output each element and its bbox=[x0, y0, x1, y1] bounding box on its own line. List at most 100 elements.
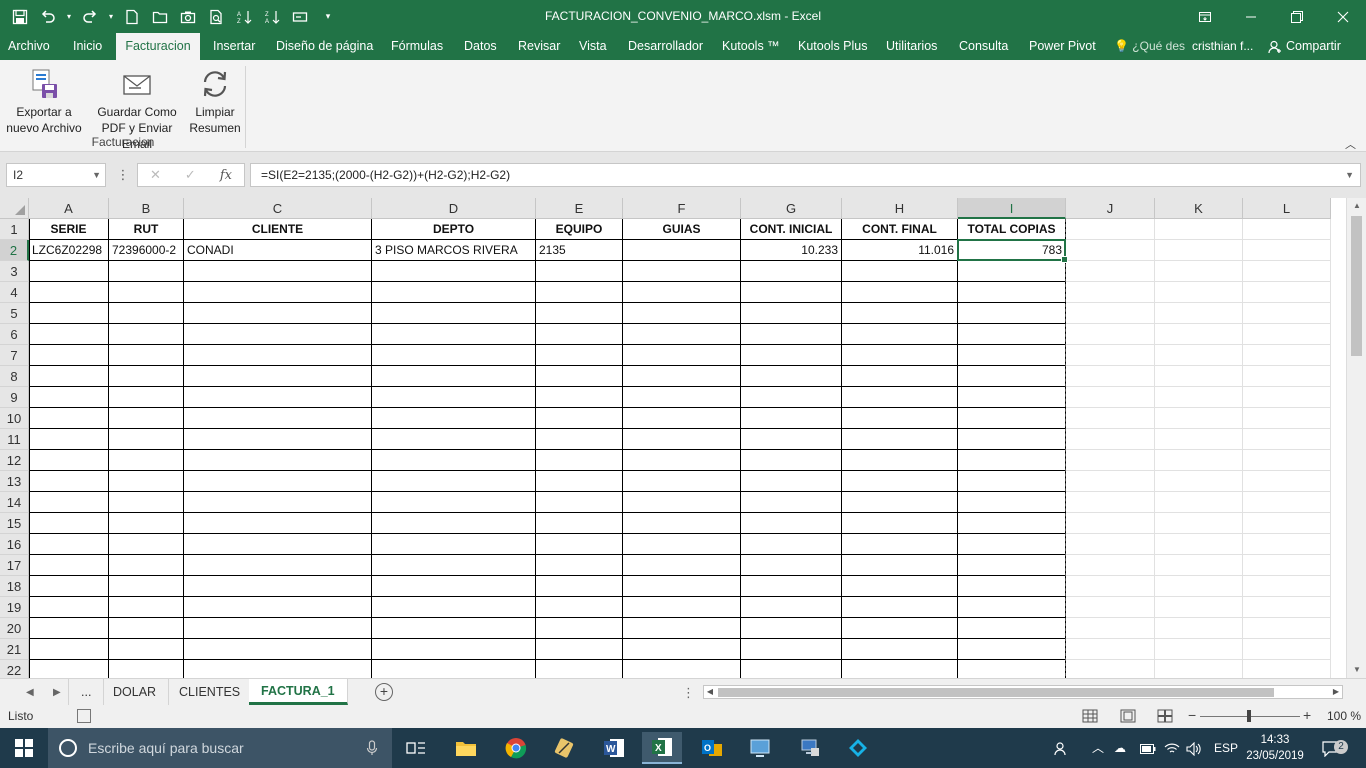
horizontal-scroll-thumb[interactable] bbox=[718, 688, 1274, 697]
network-pc-icon[interactable] bbox=[790, 732, 830, 764]
cell-b19[interactable] bbox=[109, 597, 184, 618]
cell-l21[interactable] bbox=[1243, 639, 1331, 660]
cell-b6[interactable] bbox=[109, 324, 184, 345]
tab-inicio[interactable]: Inicio bbox=[73, 33, 102, 60]
cell-h11[interactable] bbox=[842, 429, 958, 450]
row-header-13[interactable]: 13 bbox=[0, 471, 29, 492]
cell-l11[interactable] bbox=[1243, 429, 1331, 450]
cell-k19[interactable] bbox=[1155, 597, 1243, 618]
input-language[interactable]: ESP bbox=[1214, 728, 1238, 768]
column-header-a[interactable]: A bbox=[29, 198, 109, 219]
row-header-8[interactable]: 8 bbox=[0, 366, 29, 387]
cell-l6[interactable] bbox=[1243, 324, 1331, 345]
cell-g5[interactable] bbox=[741, 303, 842, 324]
cell-f14[interactable] bbox=[623, 492, 741, 513]
cell-h14[interactable] bbox=[842, 492, 958, 513]
cell-g22[interactable] bbox=[741, 660, 842, 678]
cell-j18[interactable] bbox=[1066, 576, 1155, 597]
cell-i19[interactable] bbox=[958, 597, 1066, 618]
cell-d2[interactable]: 3 PISO MARCOS RIVERA bbox=[372, 240, 536, 261]
sort-descending-icon[interactable]: ZA bbox=[260, 5, 284, 29]
cell-d14[interactable] bbox=[372, 492, 536, 513]
zoom-in-icon[interactable]: + bbox=[1303, 707, 1311, 723]
cell-i22[interactable] bbox=[958, 660, 1066, 678]
cell-g14[interactable] bbox=[741, 492, 842, 513]
cell-l20[interactable] bbox=[1243, 618, 1331, 639]
cell-h16[interactable] bbox=[842, 534, 958, 555]
cell-g12[interactable] bbox=[741, 450, 842, 471]
horizontal-scrollbar[interactable]: ◀ ▶ bbox=[703, 685, 1343, 699]
cell-d9[interactable] bbox=[372, 387, 536, 408]
save-icon[interactable] bbox=[8, 5, 32, 29]
cell-c8[interactable] bbox=[184, 366, 372, 387]
cell-d12[interactable] bbox=[372, 450, 536, 471]
row-header-18[interactable]: 18 bbox=[0, 576, 29, 597]
cell-h2[interactable]: 11.016 bbox=[842, 240, 958, 261]
cell-a8[interactable] bbox=[29, 366, 109, 387]
row-header-2[interactable]: 2 bbox=[0, 240, 29, 261]
cell-e21[interactable] bbox=[536, 639, 623, 660]
cell-g8[interactable] bbox=[741, 366, 842, 387]
tab-power-pivot[interactable]: Power Pivot bbox=[1029, 33, 1096, 60]
cell-g20[interactable] bbox=[741, 618, 842, 639]
cell-e18[interactable] bbox=[536, 576, 623, 597]
cell-b13[interactable] bbox=[109, 471, 184, 492]
cell-g13[interactable] bbox=[741, 471, 842, 492]
show-hidden-icons-icon[interactable]: ︿ bbox=[1092, 728, 1104, 768]
cell-b9[interactable] bbox=[109, 387, 184, 408]
cell-c12[interactable] bbox=[184, 450, 372, 471]
cell-d16[interactable] bbox=[372, 534, 536, 555]
cell-h6[interactable] bbox=[842, 324, 958, 345]
tab-kutools-plus[interactable]: Kutools Plus bbox=[798, 33, 867, 60]
cell-a10[interactable] bbox=[29, 408, 109, 429]
sheet-next-icon[interactable]: ▶ bbox=[53, 679, 61, 706]
vertical-scroll-thumb[interactable] bbox=[1351, 216, 1362, 356]
cell-j9[interactable] bbox=[1066, 387, 1155, 408]
cell-d1[interactable]: DEPTO bbox=[372, 219, 536, 240]
row-header-11[interactable]: 11 bbox=[0, 429, 29, 450]
cell-d6[interactable] bbox=[372, 324, 536, 345]
cell-f21[interactable] bbox=[623, 639, 741, 660]
cell-j12[interactable] bbox=[1066, 450, 1155, 471]
cell-c2[interactable]: CONADI bbox=[184, 240, 372, 261]
cell-k17[interactable] bbox=[1155, 555, 1243, 576]
cell-c16[interactable] bbox=[184, 534, 372, 555]
cell-c19[interactable] bbox=[184, 597, 372, 618]
tab-datos[interactable]: Datos bbox=[464, 33, 497, 60]
cell-b12[interactable] bbox=[109, 450, 184, 471]
cell-g4[interactable] bbox=[741, 282, 842, 303]
cell-k21[interactable] bbox=[1155, 639, 1243, 660]
cell-f10[interactable] bbox=[623, 408, 741, 429]
cell-f8[interactable] bbox=[623, 366, 741, 387]
task-view-icon[interactable] bbox=[396, 732, 436, 764]
zoom-out-icon[interactable]: − bbox=[1188, 707, 1196, 723]
cell-f11[interactable] bbox=[623, 429, 741, 450]
undo-icon[interactable] bbox=[36, 5, 60, 29]
column-header-i[interactable]: I bbox=[958, 198, 1066, 219]
cell-a9[interactable] bbox=[29, 387, 109, 408]
cell-b22[interactable] bbox=[109, 660, 184, 678]
cell-c10[interactable] bbox=[184, 408, 372, 429]
volume-icon[interactable] bbox=[1186, 728, 1202, 768]
cell-e7[interactable] bbox=[536, 345, 623, 366]
cell-c6[interactable] bbox=[184, 324, 372, 345]
cell-e8[interactable] bbox=[536, 366, 623, 387]
cell-k2[interactable] bbox=[1155, 240, 1243, 261]
row-header-10[interactable]: 10 bbox=[0, 408, 29, 429]
cell-e10[interactable] bbox=[536, 408, 623, 429]
row-header-14[interactable]: 14 bbox=[0, 492, 29, 513]
cell-l17[interactable] bbox=[1243, 555, 1331, 576]
cell-a17[interactable] bbox=[29, 555, 109, 576]
row-header-17[interactable]: 17 bbox=[0, 555, 29, 576]
file-explorer-icon[interactable] bbox=[446, 732, 486, 764]
cell-k4[interactable] bbox=[1155, 282, 1243, 303]
cell-k5[interactable] bbox=[1155, 303, 1243, 324]
cell-g7[interactable] bbox=[741, 345, 842, 366]
cell-l22[interactable] bbox=[1243, 660, 1331, 678]
cell-j8[interactable] bbox=[1066, 366, 1155, 387]
cell-d20[interactable] bbox=[372, 618, 536, 639]
cell-g15[interactable] bbox=[741, 513, 842, 534]
cell-h10[interactable] bbox=[842, 408, 958, 429]
cell-d3[interactable] bbox=[372, 261, 536, 282]
cell-h21[interactable] bbox=[842, 639, 958, 660]
